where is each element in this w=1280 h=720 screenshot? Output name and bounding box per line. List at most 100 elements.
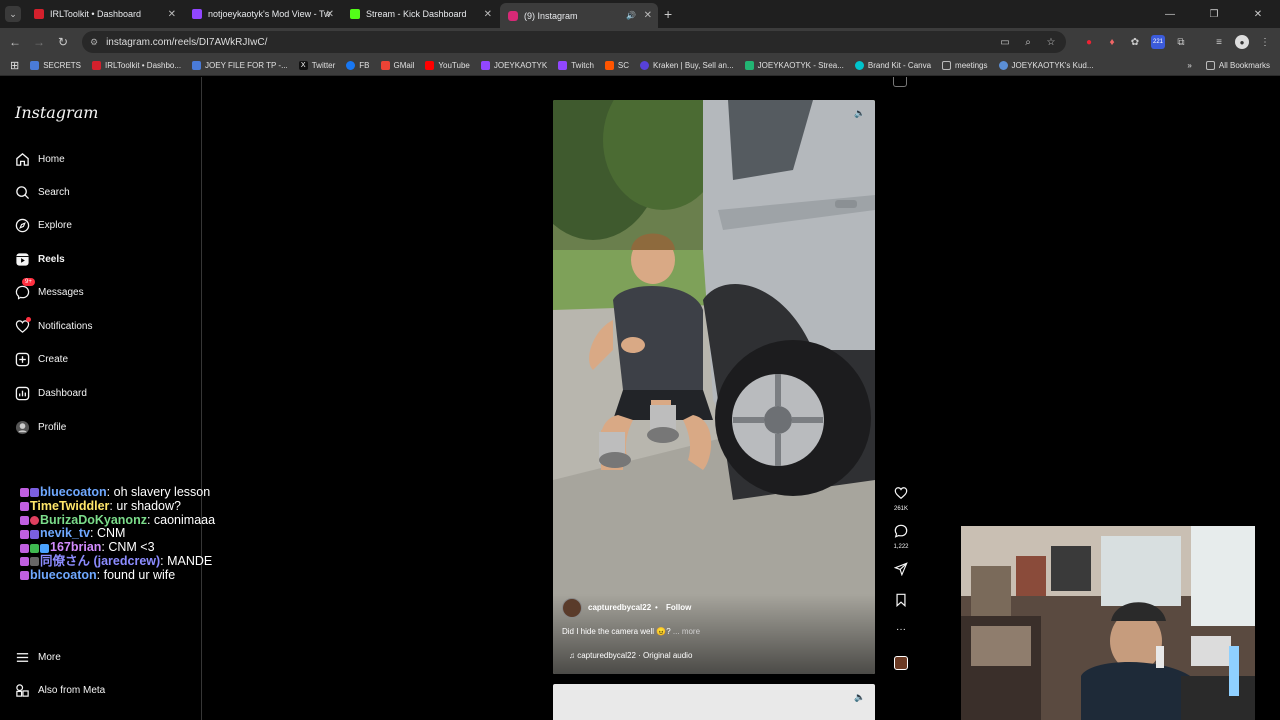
bookmarks-right: » All Bookmarks xyxy=(1187,61,1270,70)
media-control-icon[interactable]: ≡ xyxy=(1212,35,1226,49)
bookmark-fb[interactable]: FB xyxy=(346,61,370,70)
instagram-logo[interactable]: Instagram xyxy=(15,103,98,122)
sub-badge-icon xyxy=(20,488,29,498)
reel-username[interactable]: capturedbycal22 xyxy=(588,603,651,612)
bookmark-secrets[interactable]: SECRETS xyxy=(30,61,81,70)
close-window-icon[interactable]: ✕ xyxy=(1236,9,1280,20)
reel-audio-link[interactable]: ♫ capturedbycal22 · Original audio xyxy=(569,651,692,660)
nav-reels[interactable]: Reels xyxy=(14,250,65,268)
messenger-icon: 9+ xyxy=(14,278,35,300)
nav-home[interactable]: Home xyxy=(14,150,65,168)
nav-messages[interactable]: 9+ Messages xyxy=(14,278,84,301)
plus-square-icon xyxy=(14,351,30,367)
browser-menu-icon[interactable]: ⋮ xyxy=(1258,35,1272,49)
reel-description: Did I hide the camera well 😠? ... more xyxy=(562,627,700,636)
kick-favicon-icon xyxy=(350,9,360,19)
bookmark-sc[interactable]: SC xyxy=(604,61,630,70)
more-options-icon[interactable]: ··· xyxy=(888,624,914,635)
mute-icon[interactable]: 🔈 xyxy=(853,108,867,122)
close-tab-icon[interactable]: ✕ xyxy=(326,9,334,20)
chat-username: bluecoaton xyxy=(30,567,97,582)
follow-button[interactable]: Follow xyxy=(666,603,691,612)
tab-instagram[interactable]: (9) Instagram 🔊 ✕ xyxy=(500,3,658,28)
tab-search-button[interactable]: ⌄ xyxy=(5,6,21,22)
nav-explore[interactable]: Explore xyxy=(14,216,72,234)
install-app-icon[interactable]: ▭ xyxy=(998,35,1012,49)
audio-thumbnail[interactable] xyxy=(888,656,914,670)
like-button[interactable]: 261K xyxy=(888,486,914,512)
reel-video[interactable]: 🔈 capturedbycal22 • Follow Did I hide th… xyxy=(553,100,875,674)
bookmark-star-icon[interactable]: ☆ xyxy=(1044,35,1058,49)
save-button[interactable] xyxy=(888,593,914,612)
apps-grid-icon[interactable]: ⊞ xyxy=(10,59,19,72)
close-tab-icon[interactable]: ✕ xyxy=(168,9,176,20)
bookmark-twitch[interactable]: Twitch xyxy=(558,61,594,70)
site-info-icon[interactable]: ⚙ xyxy=(90,37,98,48)
chat-text: : found ur wife xyxy=(96,567,176,582)
messages-badge: 9+ xyxy=(22,278,35,286)
nav-search[interactable]: Search xyxy=(14,183,70,201)
nav-create[interactable]: Create xyxy=(14,350,68,368)
bookmark-label: GMail xyxy=(393,61,415,70)
meta-apps-icon xyxy=(14,682,30,698)
back-arrow-icon[interactable]: ← xyxy=(3,35,27,49)
extension-icon[interactable]: ♦ xyxy=(1105,35,1119,49)
bookmark-meetings[interactable]: meetings xyxy=(942,61,988,70)
chat-message: bluecoaton: oh slavery lesson xyxy=(20,485,215,500)
sub-badge-icon xyxy=(20,571,29,581)
forward-arrow-icon[interactable]: → xyxy=(27,35,51,49)
url-text: instagram.com/reels/DI7AWkRJIwC/ xyxy=(106,36,268,48)
share-button[interactable] xyxy=(888,562,914,581)
extensions-puzzle-icon[interactable]: ⧉ xyxy=(1174,35,1188,49)
platform-badge-icon xyxy=(30,557,39,567)
bookmark-label: SC xyxy=(617,61,630,70)
comment-icon xyxy=(894,524,908,538)
close-tab-icon[interactable]: ✕ xyxy=(484,9,492,20)
restore-icon[interactable]: ❐ xyxy=(1192,9,1236,20)
nav-label: Messages xyxy=(38,286,84,298)
bookmark-canva[interactable]: Brand Kit - Canva xyxy=(854,61,931,70)
nav-more[interactable]: More xyxy=(14,648,61,666)
bookmark-gmail[interactable]: GMail xyxy=(380,61,415,70)
profile-avatar-icon[interactable]: ● xyxy=(1235,35,1249,49)
avatar[interactable] xyxy=(562,598,582,618)
nav-label: Home xyxy=(38,153,65,165)
more-link[interactable]: ... more xyxy=(673,627,700,636)
chat-text: : oh slavery lesson xyxy=(106,485,211,499)
nav-profile[interactable]: Profile xyxy=(14,418,66,436)
reload-icon[interactable]: ↻ xyxy=(51,35,75,49)
close-tab-icon[interactable]: ✕ xyxy=(644,10,652,21)
minimize-icon[interactable]: — xyxy=(1148,9,1192,20)
nav-label: Reels xyxy=(38,253,65,265)
bookmark-joey-file[interactable]: JOEY FILE FOR TP -... xyxy=(192,61,288,70)
tab-twitch-mod-view[interactable]: notjoeykaotyk's Mod View - Tw ✕ xyxy=(184,3,340,25)
nav-also-from-meta[interactable]: Also from Meta xyxy=(14,681,105,699)
extension-gear-icon[interactable]: ✿ xyxy=(1128,35,1142,49)
chevron-right-icon[interactable]: » xyxy=(1187,61,1191,70)
next-reel-preview[interactable]: 🔈 xyxy=(553,684,875,720)
bookmark-kraken[interactable]: Kraken | Buy, Sell an... xyxy=(640,61,734,70)
bookmark-youtube[interactable]: YouTube xyxy=(425,61,470,70)
chat-username: TimeTwiddler xyxy=(30,498,110,513)
tab-kick-dashboard[interactable]: Stream - Kick Dashboard ✕ xyxy=(342,3,498,25)
bookmark-kudos[interactable]: JOEYKAOTYK's Kud... xyxy=(998,61,1094,70)
address-bar[interactable]: ⚙ instagram.com/reels/DI7AWkRJIwC/ xyxy=(82,31,1066,53)
new-tab-button[interactable]: + xyxy=(664,6,672,22)
mute-icon[interactable]: 🔈 xyxy=(853,692,867,706)
bookmark-twitter[interactable]: X Twitter xyxy=(298,61,335,70)
extension-red-icon[interactable]: ● xyxy=(1082,35,1096,49)
bookmark-label: Kraken | Buy, Sell an... xyxy=(653,61,734,70)
extension-badge-icon[interactable]: 221 xyxy=(1151,35,1165,49)
all-bookmarks[interactable]: All Bookmarks xyxy=(1205,61,1270,70)
chat-text: : CNM xyxy=(90,526,126,541)
comment-button[interactable]: 1,222 xyxy=(888,524,914,550)
zoom-icon[interactable]: ⌕ xyxy=(1021,35,1035,49)
nav-dashboard[interactable]: Dashboard xyxy=(14,384,87,402)
folder-icon xyxy=(942,61,952,70)
bookmark-joeykaotyk[interactable]: JOEYKAOTYK xyxy=(480,61,547,70)
tab-irltoolkit[interactable]: IRLToolkit • Dashboard ✕ xyxy=(26,3,182,25)
bookmark-irltoolkit[interactable]: IRLToolkit • Dashbo... xyxy=(92,61,181,70)
speaker-icon[interactable]: 🔊 xyxy=(626,11,636,20)
nav-notifications[interactable]: Notifications xyxy=(14,317,92,335)
bookmark-joeykaotyk-stream[interactable]: JOEYKAOTYK - Strea... xyxy=(744,61,844,70)
